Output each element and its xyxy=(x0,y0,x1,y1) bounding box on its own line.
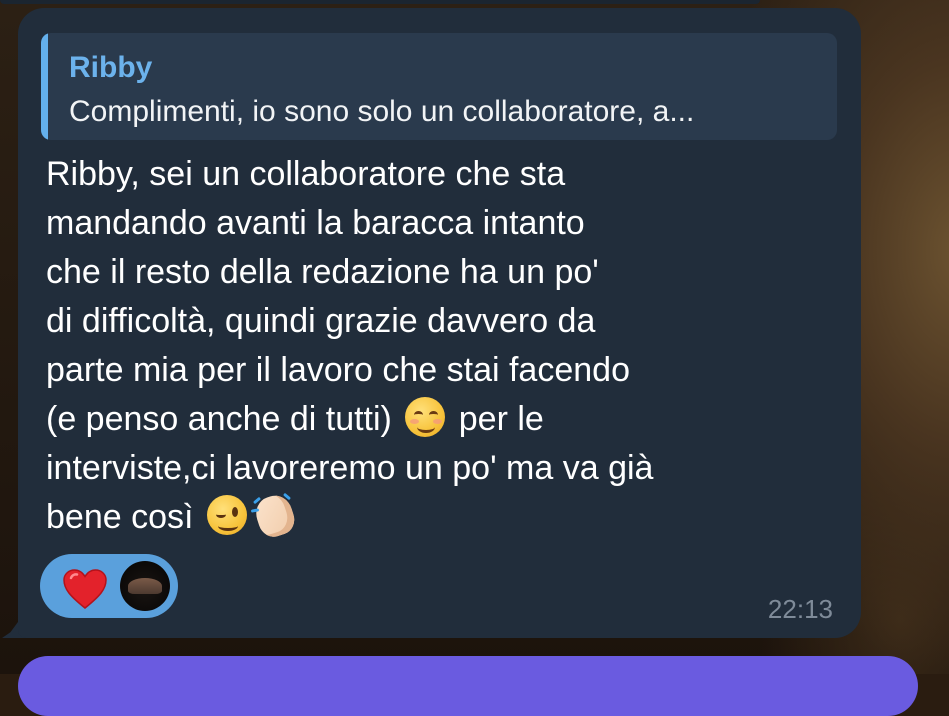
reply-author: Ribby xyxy=(69,51,153,84)
message-fragment: (e penso anche di tutti) xyxy=(46,400,402,438)
message-line: bene così xyxy=(46,491,836,542)
message-line: di difficoltà, quindi grazie davvero da xyxy=(46,302,596,340)
message-line: parte mia per il lavoro che stai facendo xyxy=(46,351,630,389)
smiling-face-emoji-icon xyxy=(403,395,447,439)
message-line: mandando avanti la baracca intanto xyxy=(46,204,585,242)
message-bubble[interactable]: Ribby Complimenti, io sono solo un colla… xyxy=(18,8,861,638)
reaction-pill[interactable] xyxy=(40,554,178,618)
avatar-image xyxy=(128,578,162,594)
message-text: Ribby, sei un collaboratore che sta mand… xyxy=(46,150,836,542)
reply-quote[interactable]: Ribby Complimenti, io sono solo un colla… xyxy=(41,33,837,140)
previous-message-edge xyxy=(0,0,760,4)
message-fragment: per le xyxy=(449,400,544,438)
message-timestamp: 22:13 xyxy=(767,594,833,624)
message-fragment: bene così xyxy=(46,498,203,536)
reply-snippet: Complimenti, io sono solo un collaborato… xyxy=(69,95,695,128)
message-line: interviste,ci lavoreremo un po' ma va gi… xyxy=(46,449,654,487)
next-message-bubble[interactable] xyxy=(18,656,918,716)
message-line: Ribby, sei un collaboratore che sta xyxy=(46,155,566,193)
reply-accent-bar xyxy=(41,33,48,140)
winking-face-emoji-icon xyxy=(205,493,249,537)
reactor-avatar[interactable] xyxy=(120,561,170,611)
message-line: che il resto della redazione ha un po' xyxy=(46,253,599,291)
clapping-hands-emoji-icon xyxy=(250,491,299,541)
red-heart-icon xyxy=(63,569,107,609)
message-line: (e penso anche di tutti) per le xyxy=(46,395,836,444)
